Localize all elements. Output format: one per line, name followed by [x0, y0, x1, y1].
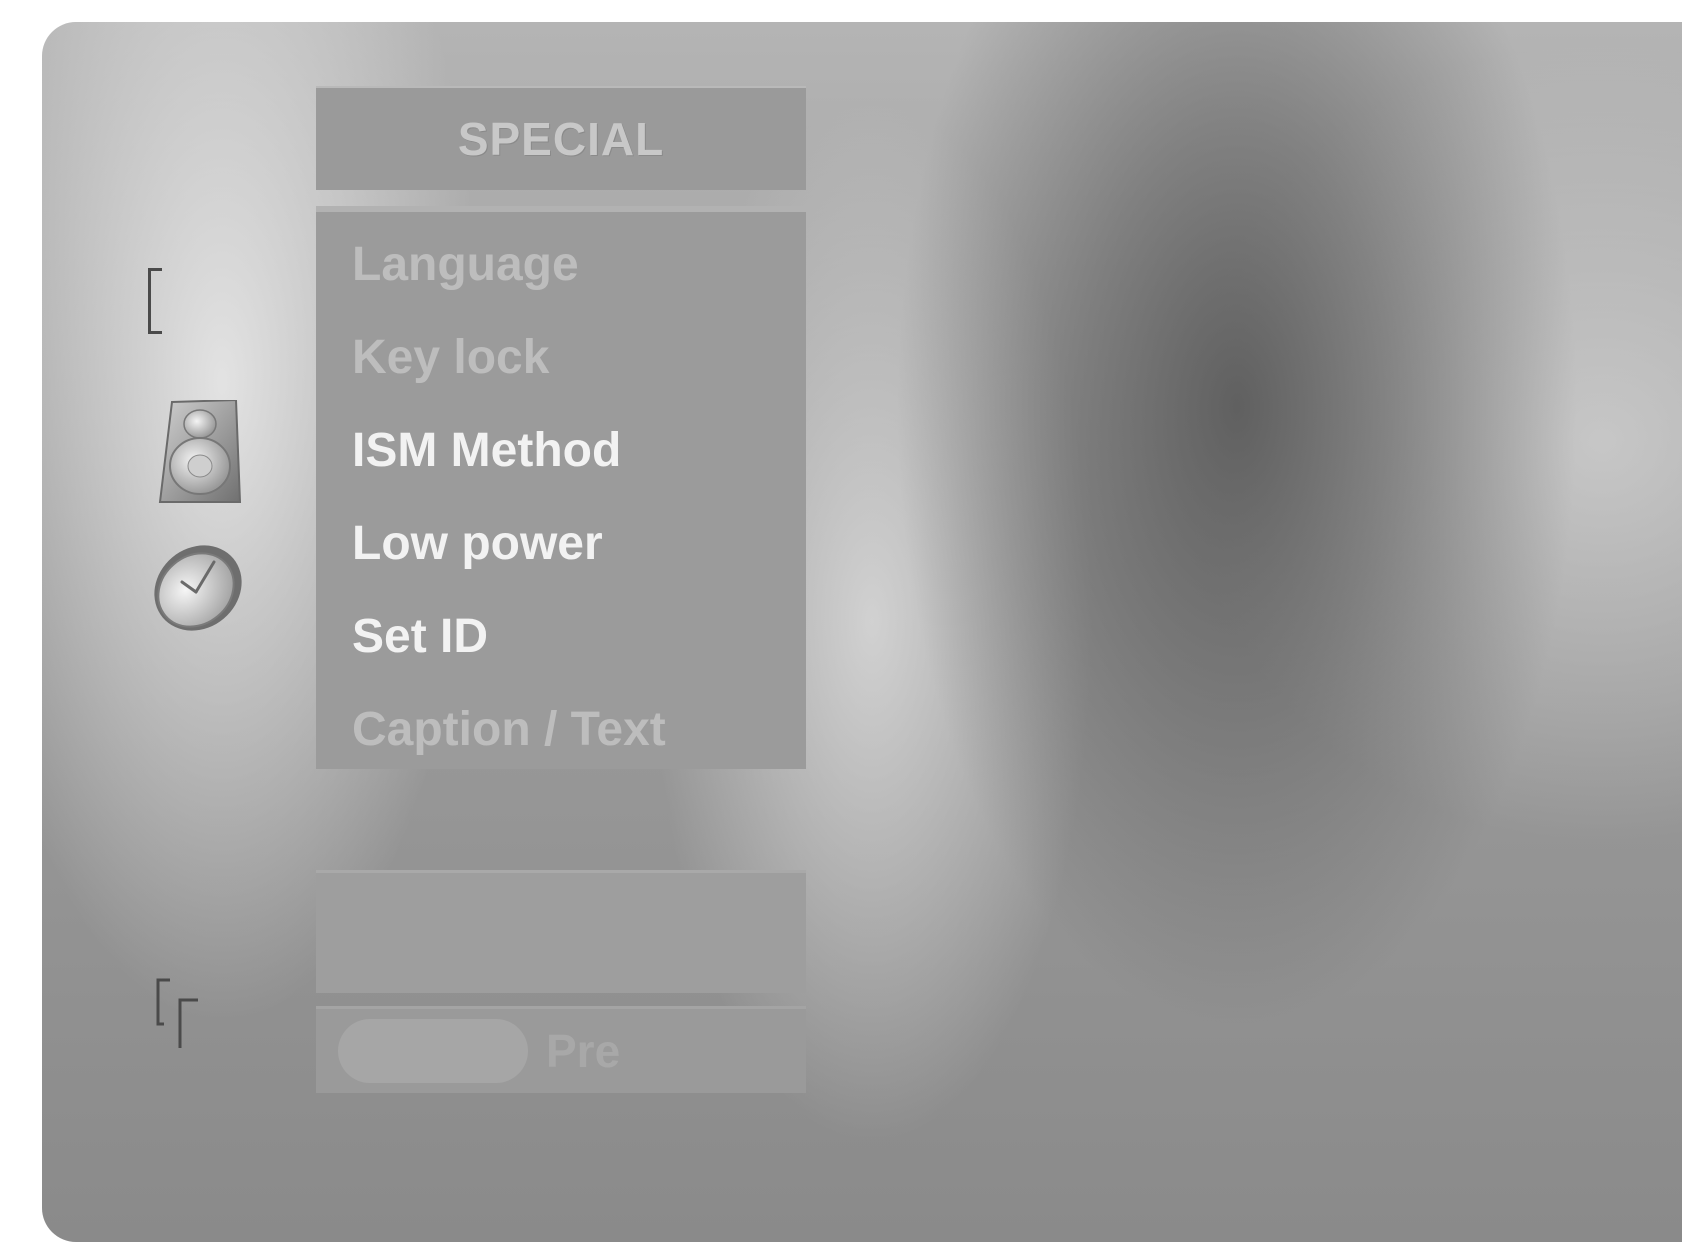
- menu-item-caption-text[interactable]: Caption / Text: [316, 695, 806, 788]
- speaker-icon[interactable]: [158, 398, 242, 504]
- menu-item-ism-method[interactable]: ISM Method: [316, 416, 806, 509]
- menu-item-key-lock[interactable]: Key lock: [316, 323, 806, 416]
- bottom-bar: Pre: [316, 1006, 806, 1093]
- tv-screen: SPECIAL Language Key lock ISM Method Low…: [42, 22, 1682, 1242]
- clock-icon[interactable]: [146, 538, 250, 638]
- menu-item-set-id[interactable]: Set ID: [316, 602, 806, 695]
- menu-item-low-power[interactable]: Low power: [316, 509, 806, 602]
- special-menu: SPECIAL Language Key lock ISM Method Low…: [316, 86, 806, 769]
- button-pill[interactable]: [338, 1019, 528, 1083]
- bottom-bar-text: Pre: [546, 1025, 621, 1077]
- menu-title: SPECIAL: [316, 86, 806, 190]
- info-box: [316, 870, 806, 993]
- menu-item-language[interactable]: Language: [316, 230, 806, 323]
- menu-list: Language Key lock ISM Method Low power S…: [316, 206, 806, 769]
- bracket-icon: [148, 268, 162, 334]
- bracket-icon: [156, 978, 216, 1050]
